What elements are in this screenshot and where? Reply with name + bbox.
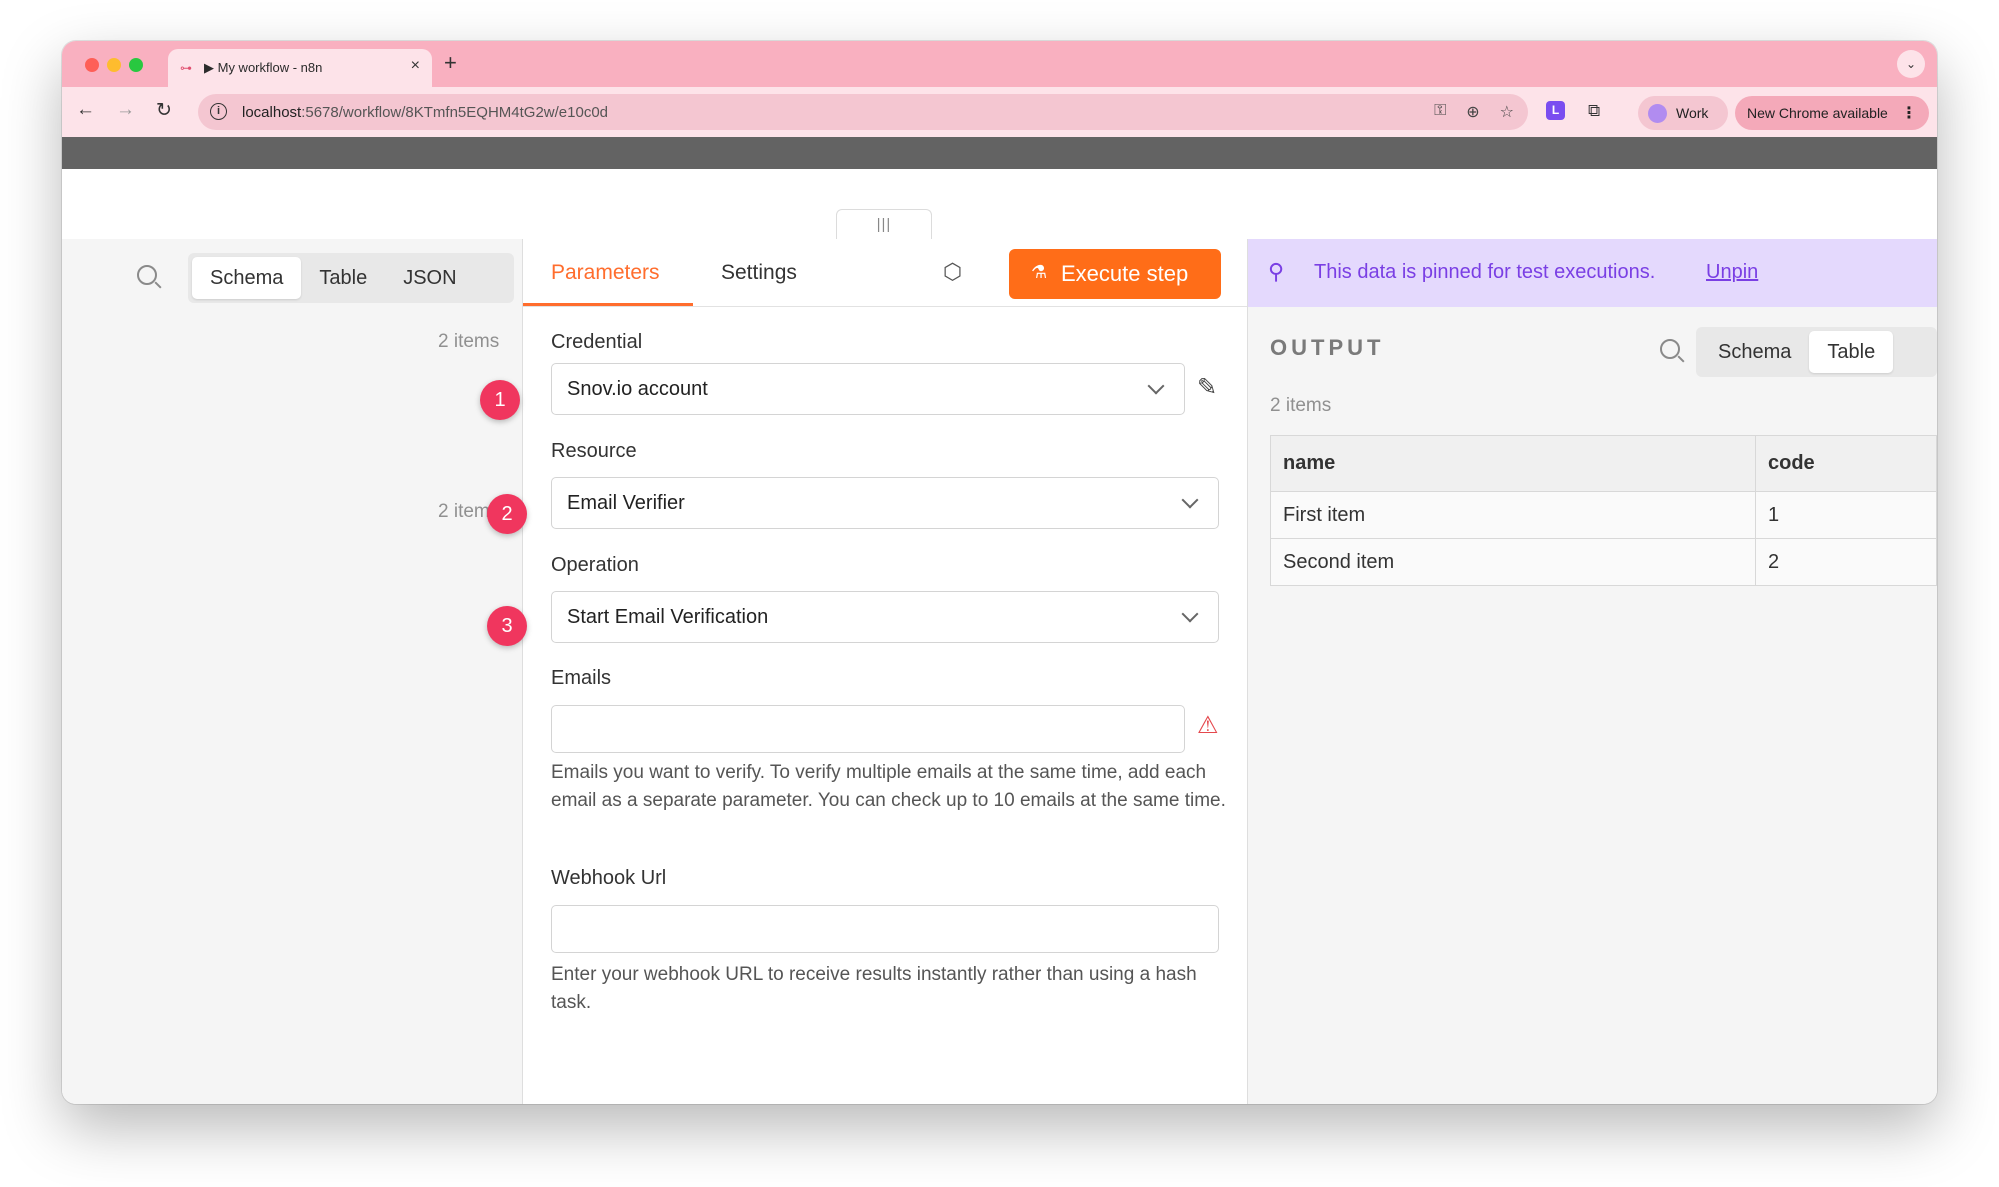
callout-badge-3: 3 — [487, 606, 527, 646]
callout-badge-1: 1 — [480, 380, 520, 420]
tab-settings[interactable]: Settings — [721, 261, 797, 285]
chevron-down-icon — [1181, 491, 1199, 509]
input-view-schema[interactable]: Schema — [192, 257, 302, 299]
browser-tab[interactable]: ⊶ ▶ My workflow - n8n × — [168, 49, 432, 87]
reload-icon[interactable]: ↻ — [156, 99, 172, 122]
more-menu-icon[interactable]: ⋮ — [1901, 103, 1917, 123]
column-header-code[interactable]: code — [1755, 435, 1937, 492]
emails-hint: Emails you want to verify. To verify mul… — [551, 762, 1226, 811]
input-view-toggle: Schema Table JSON — [188, 253, 514, 303]
cube-icon[interactable]: ⬡ — [943, 259, 962, 285]
chrome-update-button[interactable]: New Chrome available ⋮ — [1735, 96, 1929, 130]
table-row: First item 1 — [1270, 491, 1937, 539]
extension-l-icon[interactable]: L — [1546, 101, 1565, 120]
params-tab-bar: Parameters Settings ⬡ ⚗ Execute step — [523, 239, 1247, 307]
table-header-row: name code — [1270, 435, 1937, 492]
execute-step-button[interactable]: ⚗ Execute step — [1009, 249, 1221, 299]
webhook-url-hint: Enter your webhook URL to receive result… — [551, 964, 1197, 1013]
resource-value: Email Verifier — [567, 492, 685, 514]
minimize-window-button[interactable] — [107, 58, 121, 72]
output-view-toggle: Schema Table — [1696, 327, 1937, 377]
unpin-link[interactable]: Unpin — [1706, 261, 1758, 284]
edit-credential-icon[interactable]: ✎ — [1197, 373, 1217, 402]
output-search-icon[interactable] — [1660, 339, 1680, 359]
panel-drag-handle[interactable]: ||| — [836, 209, 932, 241]
avatar — [1648, 104, 1667, 123]
browser-window: ⊶ ▶ My workflow - n8n × + ⌄ ← → ↻ i loca… — [62, 41, 1937, 1104]
forward-icon[interactable]: → — [116, 99, 135, 121]
app-top-bar — [62, 137, 1937, 169]
browser-toolbar: ← → ↻ i localhost:5678/workflow/8KTmfn5E… — [62, 87, 1937, 137]
maximize-window-button[interactable] — [129, 58, 143, 72]
node-details-view: ||| Schema Table JSON 2 items 2 items Pa… — [62, 169, 1937, 1104]
new-tab-button[interactable]: + — [444, 50, 457, 76]
credential-label: Credential — [551, 331, 643, 353]
close-tab-icon[interactable]: × — [411, 57, 420, 75]
back-icon[interactable]: ← — [76, 99, 95, 121]
output-table: name code First item 1 Second item 2 — [1270, 435, 1937, 586]
flask-icon: ⚗ — [1031, 262, 1048, 282]
key-icon[interactable]: ⚿ — [1434, 102, 1446, 122]
update-label: New Chrome available — [1747, 105, 1888, 121]
table-cell: 1 — [1755, 491, 1937, 539]
profile-button[interactable]: Work — [1638, 96, 1728, 130]
address-bar[interactable]: i localhost:5678/workflow/8KTmfn5EQHM4tG… — [198, 94, 1528, 130]
output-panel: ⚲ This data is pinned for test execution… — [1248, 239, 1937, 1104]
profile-label: Work — [1676, 105, 1709, 121]
table-cell: Second item — [1270, 538, 1756, 586]
close-window-button[interactable] — [85, 58, 99, 72]
input-view-json[interactable]: JSON — [385, 257, 474, 299]
operation-select[interactable]: Start Email Verification — [551, 591, 1219, 643]
pinned-text: This data is pinned for test executions. — [1314, 261, 1656, 283]
search-icon[interactable] — [137, 265, 157, 285]
output-view-table[interactable]: Table — [1809, 331, 1894, 373]
input-items-count: 2 items — [438, 331, 500, 352]
parameters-panel: Parameters Settings ⬡ ⚗ Execute step Cre… — [522, 239, 1248, 1104]
credential-value: Snov.io account — [567, 378, 708, 400]
execute-step-label: Execute step — [1061, 261, 1189, 286]
operation-value: Start Email Verification — [567, 606, 769, 628]
tab-title: ▶ My workflow - n8n — [204, 60, 323, 75]
column-header-name[interactable]: name — [1270, 435, 1756, 492]
url-text[interactable]: localhost:5678/workflow/8KTmfn5EQHM4tG2w… — [242, 104, 608, 121]
table-cell: 2 — [1755, 538, 1937, 586]
warning-icon: ⚠ — [1197, 712, 1219, 739]
active-tab-indicator — [523, 303, 693, 306]
input-panel: Schema Table JSON 2 items 2 items — [62, 239, 522, 1104]
output-title: OUTPUT — [1270, 335, 1385, 360]
canvas-backdrop — [62, 169, 1937, 239]
chevron-down-icon — [1147, 377, 1165, 395]
tab-strip: ⊶ ▶ My workflow - n8n × + ⌄ — [62, 41, 1937, 87]
n8n-logo-icon: ⊶ — [180, 61, 192, 75]
url-host: localhost — [242, 104, 302, 121]
zoom-icon[interactable]: ⊕ — [1466, 102, 1479, 122]
emails-input[interactable] — [551, 705, 1185, 753]
resource-label: Resource — [551, 440, 637, 462]
output-items-count: 2 items — [1270, 395, 1332, 416]
emails-label: Emails — [551, 667, 612, 689]
input-view-table[interactable]: Table — [301, 257, 385, 299]
tab-search-button[interactable]: ⌄ — [1897, 50, 1925, 78]
table-cell: First item — [1270, 491, 1756, 539]
extensions-puzzle-icon[interactable]: ⧉ — [1588, 101, 1600, 121]
table-row: Second item 2 — [1270, 538, 1937, 586]
output-view-schema[interactable]: Schema — [1700, 331, 1809, 373]
callout-badge-2: 2 — [487, 494, 527, 534]
pinned-data-banner: ⚲ This data is pinned for test execution… — [1248, 239, 1937, 307]
chevron-down-icon — [1181, 605, 1199, 623]
webhook-url-label: Webhook Url — [551, 867, 667, 889]
resource-select[interactable]: Email Verifier — [551, 477, 1219, 529]
url-path: :5678/workflow/8KTmfn5EQHM4tG2w/e10c0d — [301, 104, 609, 121]
operation-label: Operation — [551, 554, 639, 576]
webhook-url-input[interactable] — [551, 905, 1219, 953]
pin-icon: ⚲ — [1268, 259, 1285, 284]
site-info-icon[interactable]: i — [210, 103, 227, 120]
star-icon[interactable]: ☆ — [1500, 102, 1514, 122]
tab-parameters[interactable]: Parameters — [551, 261, 660, 285]
credential-select[interactable]: Snov.io account — [551, 363, 1185, 415]
